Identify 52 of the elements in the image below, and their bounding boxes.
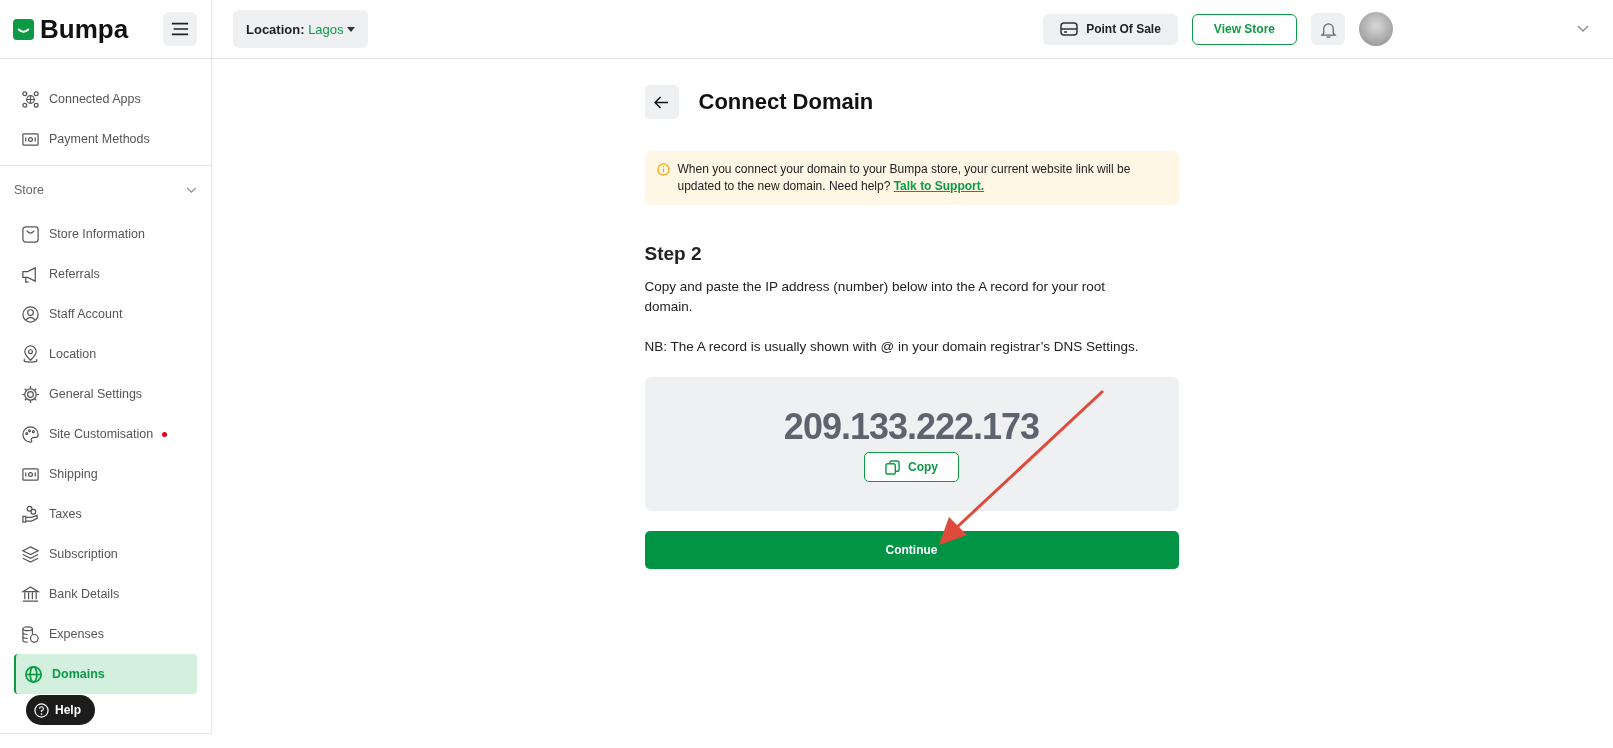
help-icon bbox=[34, 702, 49, 718]
section-title: Store bbox=[14, 183, 44, 197]
point-of-sale-button[interactable]: Point Of Sale bbox=[1043, 13, 1178, 45]
bank-icon bbox=[21, 584, 40, 604]
back-button[interactable] bbox=[644, 85, 679, 119]
chevron-icon[interactable] bbox=[186, 186, 197, 194]
coins-icon bbox=[21, 624, 40, 644]
notice-text: When you connect your domain to your Bumpa store, your current website link will be updated to the new domain. Need help? Talk to Support. bbox=[677, 161, 1132, 195]
brand-name: Bumpa bbox=[40, 13, 129, 45]
sidebar-item[interactable]: Taxes bbox=[14, 494, 197, 534]
user-icon bbox=[21, 304, 40, 324]
logo-icon bbox=[13, 18, 34, 40]
help-button[interactable]: Help bbox=[26, 695, 95, 725]
view-store-button[interactable]: View Store bbox=[1191, 13, 1297, 45]
sidebar-item[interactable]: Bank Details bbox=[14, 574, 197, 614]
gear-icon bbox=[21, 384, 40, 404]
globe-icon bbox=[24, 664, 43, 684]
sidebar-item[interactable]: Payment Methods bbox=[14, 119, 197, 159]
ip-address: 209.133.222.173 bbox=[783, 406, 1040, 448]
sidebar-item[interactable]: Referrals bbox=[14, 254, 197, 294]
sidebar-item[interactable]: Shipping bbox=[14, 454, 197, 494]
palette-icon bbox=[21, 424, 40, 444]
bag-icon bbox=[21, 224, 40, 244]
info-icon bbox=[656, 163, 670, 176]
instruction-text: NB: The A record is usually shown with @ in your domain registrar’s DNS Settings. bbox=[644, 338, 1140, 356]
user-avatar[interactable] bbox=[1359, 12, 1393, 46]
sidebar-item[interactable]: Expenses bbox=[14, 614, 197, 654]
back-arrow-icon bbox=[654, 95, 669, 109]
page-title: Connect Domain bbox=[698, 89, 874, 115]
sidebar-item[interactable]: General Settings bbox=[14, 374, 197, 414]
menu-icon bbox=[171, 22, 189, 36]
location-dropdown[interactable]: Location: Lagos bbox=[233, 10, 368, 48]
sidebar-item[interactable]: Location bbox=[14, 334, 197, 374]
copy-button[interactable]: Copy bbox=[864, 452, 959, 482]
copy-icon bbox=[885, 459, 900, 475]
continue-button[interactable]: Continue bbox=[644, 531, 1179, 569]
drive-icon bbox=[1060, 22, 1079, 36]
pin-icon bbox=[21, 344, 40, 364]
sidebar-item[interactable]: Connected Apps bbox=[14, 79, 197, 119]
chevron-down-icon[interactable] bbox=[1577, 25, 1589, 33]
notification-button[interactable] bbox=[1311, 13, 1345, 45]
sidebar-item[interactable]: Staff Account bbox=[14, 294, 197, 334]
menu-button[interactable] bbox=[163, 12, 197, 46]
grid-icon bbox=[21, 89, 40, 109]
hand-icon bbox=[21, 504, 40, 524]
sidebar-item[interactable]: Site Customisation bbox=[14, 414, 197, 454]
caret-icon bbox=[346, 26, 355, 32]
sidebar-item[interactable]: Subscription bbox=[14, 534, 197, 574]
sidebar-item[interactable]: Store Information bbox=[14, 214, 197, 254]
instruction-text: Copy and paste the IP address (number) below into the A record for your root domain. bbox=[644, 278, 1106, 316]
step-title: Step 2 bbox=[644, 243, 703, 265]
layers-icon bbox=[21, 544, 40, 564]
